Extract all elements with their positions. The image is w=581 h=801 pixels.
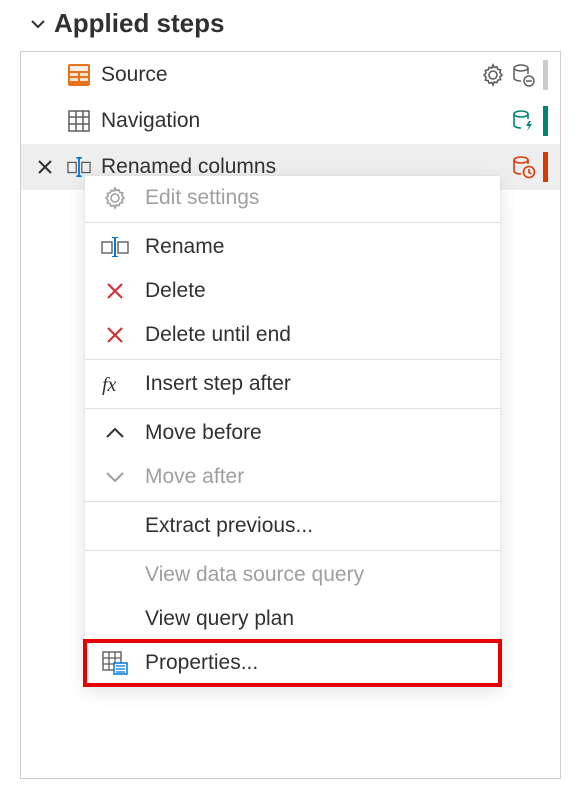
menu-label: View query plan: [145, 607, 294, 631]
menu-label: Extract previous...: [145, 514, 313, 538]
menu-view-query-plan[interactable]: View query plan: [85, 597, 500, 641]
menu-separator: [85, 550, 500, 551]
step-label: Source: [101, 63, 471, 87]
menu-label: Move before: [145, 421, 262, 445]
status-bar: [543, 152, 548, 182]
menu-label: Delete until end: [145, 323, 291, 347]
rename-icon: [101, 235, 129, 259]
step-navigation[interactable]: Navigation: [21, 98, 560, 144]
delete-icon: [101, 279, 129, 303]
database-remove-icon: [511, 63, 535, 87]
status-bar: [543, 60, 548, 90]
menu-label: View data source query: [145, 563, 364, 587]
properties-icon: [101, 651, 129, 675]
fx-icon: fx: [101, 372, 129, 396]
step-context-menu: Edit settings Rename Delete Delete until…: [85, 176, 500, 685]
menu-insert-step-after[interactable]: fx Insert step after: [85, 362, 500, 406]
panel-header[interactable]: Applied steps: [0, 0, 581, 49]
menu-label: Properties...: [145, 651, 258, 675]
menu-properties[interactable]: Properties...: [85, 641, 500, 685]
step-source[interactable]: Source: [21, 52, 560, 98]
database-clock-icon: [511, 155, 535, 179]
database-bolt-icon: [511, 109, 535, 133]
gear-icon[interactable]: [481, 63, 505, 87]
menu-move-before[interactable]: Move before: [85, 411, 500, 455]
menu-edit-settings: Edit settings: [85, 176, 500, 220]
menu-extract-previous[interactable]: Extract previous...: [85, 504, 500, 548]
menu-separator: [85, 408, 500, 409]
delete-step-button[interactable]: [33, 157, 57, 177]
menu-delete[interactable]: Delete: [85, 269, 500, 313]
menu-label: Insert step after: [145, 372, 291, 396]
menu-separator: [85, 501, 500, 502]
menu-separator: [85, 359, 500, 360]
chevron-up-icon: [101, 421, 129, 445]
menu-label: Delete: [145, 279, 206, 303]
step-label: Navigation: [101, 109, 501, 133]
menu-label: Move after: [145, 465, 244, 489]
delete-icon: [101, 323, 129, 347]
gear-icon: [101, 186, 129, 210]
menu-rename[interactable]: Rename: [85, 225, 500, 269]
menu-label: Rename: [145, 235, 224, 259]
status-bar: [543, 106, 548, 136]
svg-text:fx: fx: [102, 374, 117, 395]
table-icon: [67, 109, 91, 133]
menu-move-after: Move after: [85, 455, 500, 499]
menu-separator: [85, 222, 500, 223]
datasource-icon: [67, 63, 91, 87]
panel-title: Applied steps: [54, 8, 224, 39]
menu-label: Edit settings: [145, 186, 259, 210]
menu-delete-until-end[interactable]: Delete until end: [85, 313, 500, 357]
chevron-down-icon: [30, 16, 46, 32]
chevron-down-icon: [101, 465, 129, 489]
menu-view-data-source-query: View data source query: [85, 553, 500, 597]
